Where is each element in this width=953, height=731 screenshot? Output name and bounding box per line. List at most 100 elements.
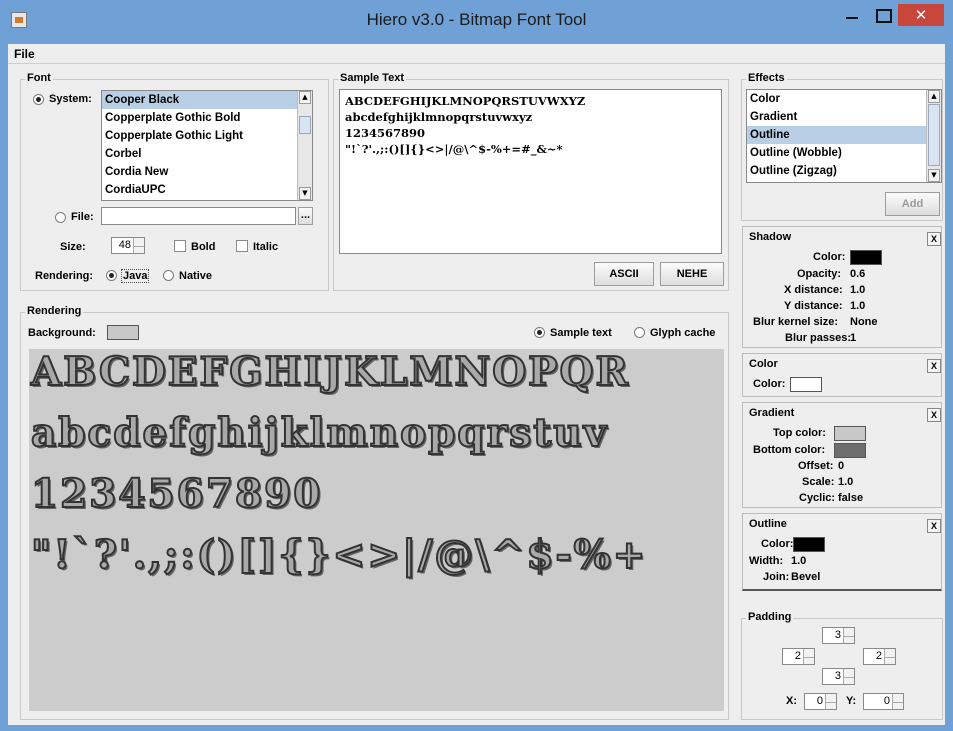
font-list-item[interactable]: Copperplate Gothic Bold — [102, 109, 312, 127]
scroll-down-arrow-icon[interactable]: ▼ — [928, 169, 940, 182]
effects-list-item[interactable]: Gradient — [747, 108, 941, 126]
font-list-item[interactable]: CordiaUPC — [102, 181, 312, 199]
effects-list[interactable]: Color Gradient Outline Outline (Wobble) Outl… — [746, 89, 942, 183]
padding-bottom-spinner[interactable]: 3 — [822, 668, 855, 685]
preview-line-symbols: "!`?'.,;:()[]{}<>|/@\^$-%+ — [30, 531, 648, 579]
bold-checkbox[interactable] — [174, 240, 186, 252]
padding-left-spinner[interactable]: 2 — [782, 648, 815, 665]
font-preview-canvas: ABCDEFGHIJKLMNOPQR abcdefghijklmnopqrstu… — [29, 349, 724, 711]
sample-text-area[interactable]: ABCDEFGHIJKLMNOPQRSTUVWXYZ abcdefghijklm… — [339, 89, 722, 254]
scroll-thumb[interactable] — [299, 116, 311, 134]
padding-y-spinner[interactable]: 0 — [863, 693, 904, 710]
effects-list-item[interactable]: Outline — [747, 126, 941, 144]
maximize-button[interactable] — [868, 4, 896, 26]
shadow-blur-passes-value[interactable]: 1 — [850, 332, 856, 344]
add-effect-button[interactable]: Add — [885, 192, 940, 216]
shadow-ydist-label: Y distance: — [784, 300, 843, 312]
nehe-button[interactable]: NEHE — [660, 262, 724, 286]
outline-title: Outline — [749, 518, 787, 530]
font-file-field[interactable] — [101, 207, 296, 225]
font-list-item[interactable]: Cordia New — [102, 163, 312, 181]
sample-line-digits: 1234567890 — [345, 126, 426, 140]
font-size-spinner[interactable]: 48 — [111, 237, 145, 254]
italic-checkbox[interactable] — [236, 240, 248, 252]
color-swatch[interactable] — [790, 377, 822, 392]
font-list-item[interactable]: Cooper Black — [102, 91, 312, 109]
effects-list-scrollbar[interactable]: ▲ ▼ — [926, 90, 941, 182]
font-list[interactable]: Cooper Black Copperplate Gothic Bold Coppe… — [101, 90, 313, 201]
scroll-thumb[interactable] — [928, 104, 940, 166]
outline-width-value[interactable]: 1.0 — [791, 555, 806, 567]
remove-gradient-button[interactable]: X — [927, 408, 941, 422]
padding-right-spinner[interactable]: 2 — [863, 648, 896, 665]
scroll-up-arrow-icon[interactable]: ▲ — [299, 91, 311, 104]
shadow-xdist-label: X distance: — [784, 284, 843, 296]
spinner-arrows-icon[interactable] — [133, 238, 144, 253]
font-list-item[interactable]: Corbel — [102, 145, 312, 163]
font-list-item[interactable]: Copperplate Gothic Light — [102, 127, 312, 145]
padding-y-value: 0 — [883, 695, 890, 707]
background-label: Background: — [28, 327, 96, 339]
gradient-top-swatch[interactable] — [834, 426, 866, 441]
gradient-cyclic-value[interactable]: false — [838, 492, 863, 504]
file-font-radio[interactable] — [55, 212, 66, 223]
font-list-scrollbar[interactable]: ▲ ▼ — [297, 91, 312, 200]
spinner-arrows-icon[interactable] — [843, 669, 854, 684]
padding-top-spinner[interactable]: 3 — [822, 627, 855, 644]
native-rendering-radio[interactable] — [163, 270, 174, 281]
browse-file-button[interactable]: ... — [298, 207, 313, 225]
outline-join-label: Join: — [763, 571, 790, 583]
gradient-offset-label: Offset: — [798, 460, 834, 472]
window-title: Hiero v3.0 - Bitmap Font Tool — [366, 10, 587, 29]
spinner-arrows-icon[interactable] — [843, 628, 854, 643]
shadow-color-swatch[interactable] — [850, 250, 882, 265]
gradient-offset-value[interactable]: 0 — [838, 460, 844, 472]
spinner-arrows-icon[interactable] — [803, 649, 814, 664]
spinner-arrows-icon[interactable] — [892, 694, 903, 709]
title-bar[interactable]: Hiero v3.0 - Bitmap Font Tool ✕ — [0, 0, 953, 44]
padding-top-value: 3 — [834, 629, 841, 641]
java-rendering-radio[interactable] — [106, 270, 117, 281]
spinner-arrows-icon[interactable] — [884, 649, 895, 664]
effects-list-item[interactable]: Outline (Wobble) — [747, 144, 941, 162]
padding-group-title: Padding — [746, 611, 794, 623]
outline-color-swatch[interactable] — [793, 537, 825, 552]
shadow-blur-kernel-value[interactable]: None — [850, 316, 878, 328]
shadow-ydist-value[interactable]: 1.0 — [850, 300, 865, 312]
effects-list-item[interactable]: Outline (Zigzag) — [747, 162, 941, 180]
minimize-button[interactable] — [838, 4, 866, 26]
gradient-scale-value[interactable]: 1.0 — [838, 476, 853, 488]
padding-x-spinner[interactable]: 0 — [804, 693, 837, 710]
rendering-group-title: Rendering — [25, 305, 84, 317]
shadow-opacity-value[interactable]: 0.6 — [850, 268, 865, 280]
size-label: Size: — [60, 241, 86, 253]
java-label: Java — [121, 269, 150, 283]
shadow-xdist-value[interactable]: 1.0 — [850, 284, 865, 296]
effects-list-item[interactable]: Color — [747, 90, 941, 108]
remove-shadow-button[interactable]: X — [927, 232, 941, 246]
padding-x-label: X: — [786, 695, 797, 707]
outline-color-label: Color: — [761, 538, 794, 550]
padding-right-value: 2 — [875, 650, 882, 662]
system-label: System: — [49, 93, 92, 105]
close-button[interactable]: ✕ — [898, 4, 944, 26]
remove-color-button[interactable]: X — [927, 359, 941, 373]
font-group-title: Font — [25, 72, 53, 84]
font-size-value: 48 — [118, 239, 131, 251]
remove-outline-button[interactable]: X — [927, 519, 941, 533]
ascii-button[interactable]: ASCII — [594, 262, 654, 286]
sample-text-radio[interactable] — [534, 327, 545, 338]
background-color-swatch[interactable] — [107, 325, 139, 340]
system-font-radio[interactable] — [33, 94, 44, 105]
scroll-down-arrow-icon[interactable]: ▼ — [299, 187, 311, 200]
spinner-arrows-icon[interactable] — [825, 694, 836, 709]
shadow-blur-kernel-label: Blur kernel size: — [753, 316, 838, 328]
shadow-effect-panel: Shadow X Color: Opacity: 0.6 X distance:… — [742, 226, 942, 348]
menu-file[interactable]: File — [14, 47, 35, 61]
scroll-up-arrow-icon[interactable]: ▲ — [928, 90, 940, 103]
glyph-cache-radio[interactable] — [634, 327, 645, 338]
gradient-bottom-swatch[interactable] — [834, 443, 866, 458]
outline-join-value[interactable]: Bevel — [791, 571, 820, 583]
color-effect-panel: Color X Color: — [742, 353, 942, 397]
gradient-cyclic-label: Cyclic: — [799, 492, 836, 504]
